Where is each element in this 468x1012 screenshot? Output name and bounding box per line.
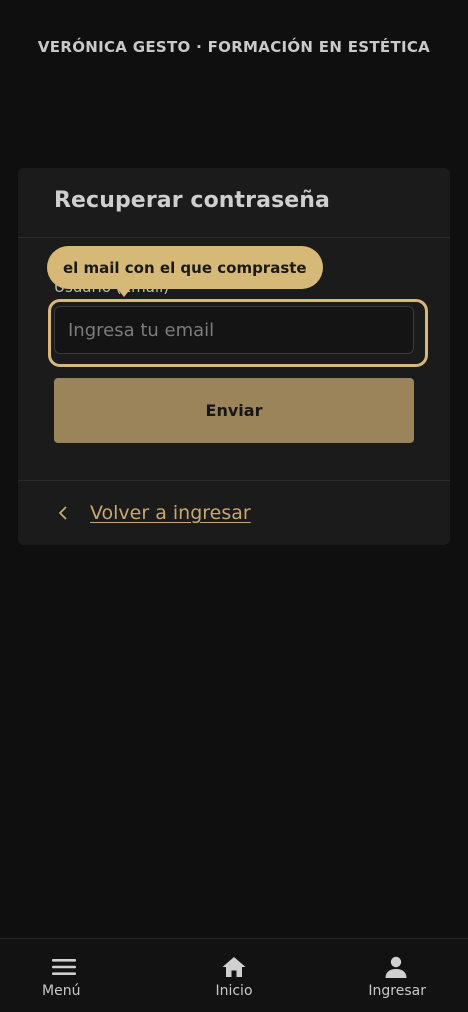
page-title: Recuperar contraseña <box>54 188 330 213</box>
nav-item-menu[interactable]: Menú <box>0 939 170 1012</box>
back-to-login-link[interactable]: Volver a ingresar <box>90 502 251 524</box>
card-divider <box>18 480 450 481</box>
send-button[interactable]: Enviar <box>54 378 414 443</box>
bottom-nav: Menú Inicio Ingresar <box>0 938 468 1012</box>
home-icon <box>222 957 246 977</box>
chevron-left-icon <box>59 506 67 520</box>
card-header: Recuperar contraseña <box>18 168 450 238</box>
user-icon <box>385 956 407 978</box>
back-to-login[interactable]: Volver a ingresar <box>54 498 251 528</box>
tooltip-arrow <box>116 287 132 297</box>
password-recovery-page: VERÓNICA GESTO · FORMACIÓN EN ESTÉTICA R… <box>0 0 468 1012</box>
menu-icon <box>52 959 76 975</box>
nav-label-home: Inicio <box>215 983 253 999</box>
nav-label-login: Ingresar <box>368 983 426 999</box>
nav-item-login[interactable]: Ingresar <box>298 939 468 1012</box>
nav-item-home[interactable]: Inicio <box>170 939 298 1012</box>
nav-label-menu: Menú <box>42 983 81 999</box>
email-hint-tooltip: el mail con el que compraste <box>47 246 323 289</box>
recovery-card: Recuperar contraseña Usuario (Email) el … <box>18 168 450 545</box>
brand-title: VERÓNICA GESTO · FORMACIÓN EN ESTÉTICA <box>37 38 431 56</box>
email-input[interactable] <box>54 306 414 354</box>
